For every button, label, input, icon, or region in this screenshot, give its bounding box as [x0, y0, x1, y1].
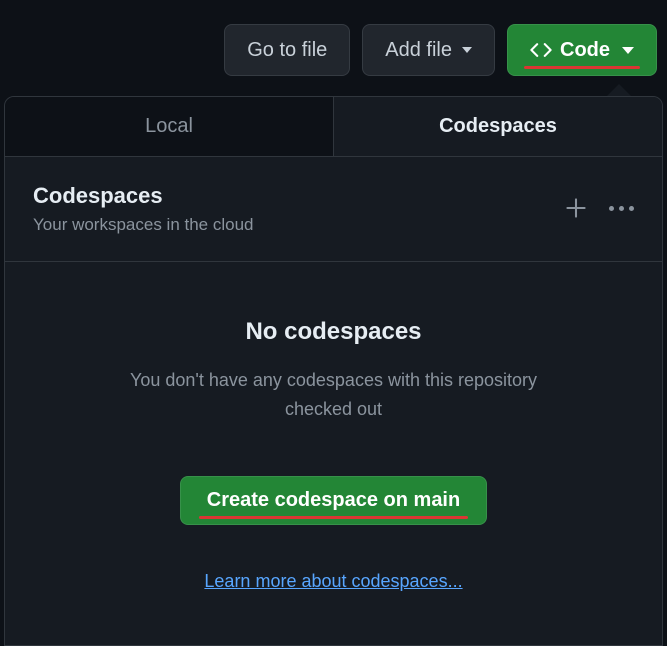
- panel-body: No codespaces You don't have any codespa…: [5, 262, 662, 645]
- tab-local[interactable]: Local: [5, 97, 334, 156]
- panel-header: Codespaces Your workspaces in the cloud: [5, 157, 662, 262]
- annotation-underline: [199, 516, 468, 519]
- empty-state-description: You don't have any codespaces with this …: [124, 366, 544, 424]
- repo-toolbar: Go to file Add file Code: [0, 0, 667, 76]
- code-button[interactable]: Code: [507, 24, 657, 76]
- create-codespace-label: Create codespace on main: [207, 489, 460, 511]
- panel-header-actions: [565, 183, 634, 219]
- kebab-icon[interactable]: [609, 206, 634, 211]
- plus-icon[interactable]: [565, 197, 587, 219]
- caret-down-icon: [622, 47, 634, 54]
- annotation-underline: [524, 66, 640, 69]
- code-popover: Local Codespaces Codespaces Your workspa…: [4, 96, 663, 646]
- tab-codespaces[interactable]: Codespaces: [334, 97, 662, 156]
- popover-caret: [607, 84, 631, 96]
- tab-local-label: Local: [145, 115, 193, 137]
- add-file-label: Add file: [385, 39, 452, 62]
- panel-title: Codespaces: [33, 183, 254, 209]
- code-button-label: Code: [560, 39, 610, 62]
- code-icon: [530, 39, 552, 61]
- caret-down-icon: [462, 47, 472, 53]
- tab-codespaces-label: Codespaces: [439, 115, 557, 137]
- panel-header-text: Codespaces Your workspaces in the cloud: [33, 183, 254, 235]
- add-file-button[interactable]: Add file: [362, 24, 495, 76]
- create-codespace-button[interactable]: Create codespace on main: [180, 476, 487, 525]
- go-to-file-label: Go to file: [247, 39, 327, 62]
- learn-more-link[interactable]: Learn more about codespaces...: [204, 571, 462, 592]
- empty-state-title: No codespaces: [245, 318, 421, 346]
- panel-subtitle: Your workspaces in the cloud: [33, 215, 254, 235]
- go-to-file-button[interactable]: Go to file: [224, 24, 350, 76]
- popover-tabs: Local Codespaces: [5, 97, 662, 157]
